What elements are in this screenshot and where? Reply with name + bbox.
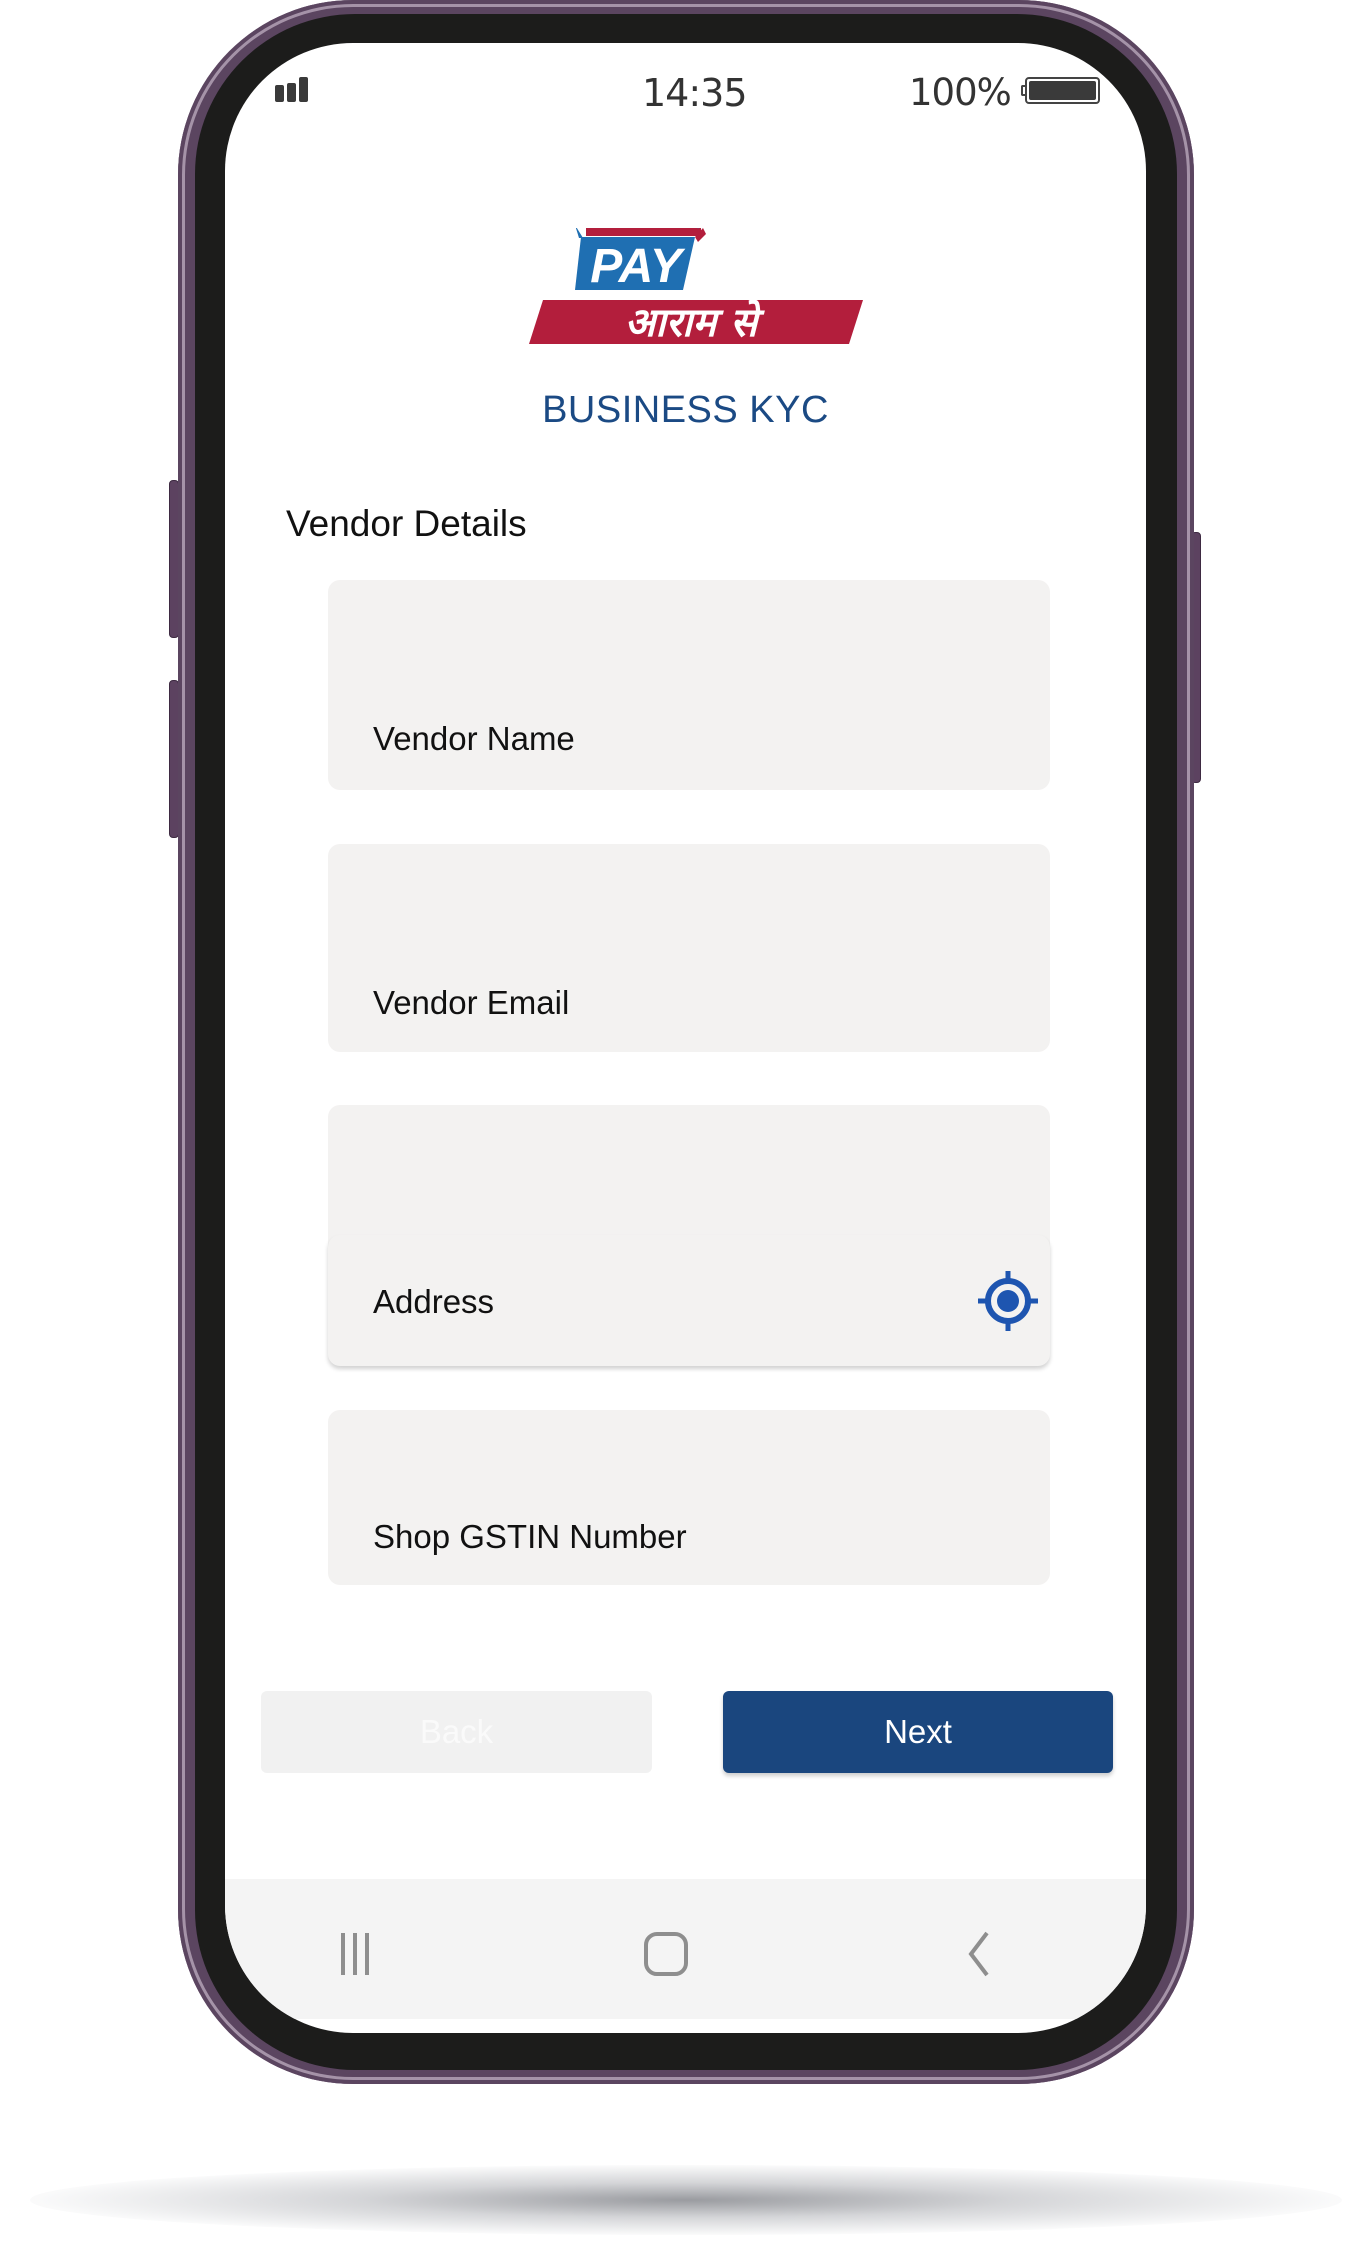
location-target-icon[interactable] xyxy=(975,1268,1041,1334)
home-icon[interactable] xyxy=(626,1919,706,1989)
status-time: 14:35 xyxy=(642,71,748,115)
section-title: Vendor Details xyxy=(286,503,527,544)
back-button[interactable]: Back xyxy=(261,1691,652,1773)
battery-percent: 100% xyxy=(909,71,1012,114)
back-chevron-icon[interactable] xyxy=(938,1919,1018,1989)
phone-screen: 14:35 100% PAY आराम से BUSINESS KYC Vend… xyxy=(225,43,1146,2033)
vendor-name-label: Vendor Name xyxy=(373,720,575,757)
battery-full-icon xyxy=(1021,77,1100,104)
vendor-email-label: Vendor Email xyxy=(373,984,570,1021)
shop-gstin-label: Shop GSTIN Number xyxy=(373,1518,687,1555)
logo-aaram-text: आराम से xyxy=(625,299,765,346)
logo-pay-text: PAY xyxy=(590,240,686,293)
address-field[interactable]: Address xyxy=(328,1235,1050,1366)
system-nav-bar xyxy=(225,1879,1146,2019)
vendor-email-field[interactable]: Vendor Email xyxy=(328,844,1050,1052)
signal-bars-icon xyxy=(275,77,308,102)
logo-pay-box: PAY xyxy=(575,217,706,293)
recent-apps-icon[interactable] xyxy=(315,1919,395,1989)
next-button[interactable]: Next xyxy=(723,1691,1113,1773)
pay-aaram-se-logo: PAY आराम से xyxy=(523,217,863,408)
address-label: Address xyxy=(373,1283,495,1320)
page-title: BUSINESS KYC xyxy=(542,389,829,431)
phone-shadow xyxy=(30,2165,1342,2235)
vendor-name-field[interactable]: Vendor Name xyxy=(328,580,1050,790)
logo-aaram-band: आराम से xyxy=(529,299,863,346)
shop-gstin-field[interactable]: Shop GSTIN Number xyxy=(328,1410,1050,1585)
